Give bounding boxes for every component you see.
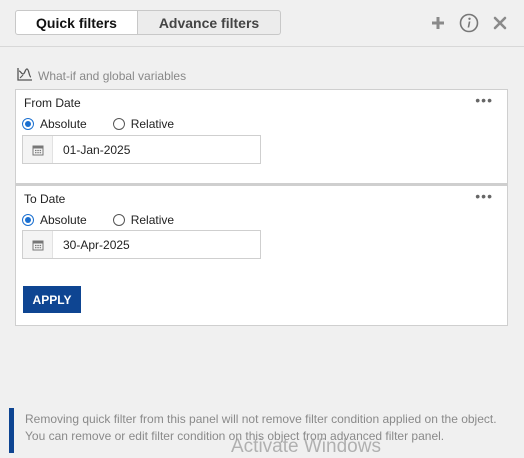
calendar-icon[interactable]: [23, 231, 53, 258]
note-line-1: Removing quick filter from this panel wi…: [25, 412, 497, 426]
radio-absolute[interactable]: Absolute: [22, 117, 87, 131]
close-icon[interactable]: [490, 13, 510, 33]
radio-label: Relative: [130, 117, 175, 131]
radio-unchecked-icon: [112, 214, 125, 226]
to-date-filter: To Date ••• Absolute Relative APPLY: [15, 184, 508, 326]
header-actions: [428, 13, 510, 33]
radio-label: Absolute: [40, 213, 87, 227]
whatif-label: What-if and global variables: [38, 68, 187, 83]
to-date-input[interactable]: [53, 231, 255, 258]
to-date-field: [22, 230, 261, 259]
apply-button[interactable]: APPLY: [23, 286, 81, 313]
from-date-field: [22, 135, 261, 164]
date-mode-radio-group: Absolute Relative: [22, 213, 200, 227]
info-note: Removing quick filter from this panel wi…: [9, 408, 519, 453]
info-icon[interactable]: [459, 13, 479, 33]
filter-title: From Date: [24, 96, 81, 110]
whatif-link[interactable]: What-if and global variables: [16, 66, 186, 85]
filter-tabs: Quick filters Advance filters: [15, 10, 281, 35]
from-date-filter: From Date ••• Absolute Relative: [15, 89, 508, 184]
radio-unchecked-icon: [112, 118, 125, 130]
radio-relative[interactable]: Relative: [112, 213, 175, 227]
more-options-icon[interactable]: •••: [475, 93, 493, 107]
variable-icon: [16, 66, 34, 85]
tab-quick-filters[interactable]: Quick filters: [15, 10, 138, 35]
note-line-2: You can remove or edit filter condition …: [25, 429, 445, 443]
radio-relative[interactable]: Relative: [112, 117, 175, 131]
calendar-icon[interactable]: [23, 136, 53, 163]
from-date-input[interactable]: [53, 136, 255, 163]
tab-advance-filters[interactable]: Advance filters: [138, 10, 281, 35]
filter-title: To Date: [24, 192, 66, 206]
radio-checked-icon: [22, 214, 34, 226]
radio-absolute[interactable]: Absolute: [22, 213, 87, 227]
header-divider: [0, 46, 524, 47]
date-mode-radio-group: Absolute Relative: [22, 117, 200, 131]
more-options-icon[interactable]: •••: [475, 189, 493, 203]
radio-label: Absolute: [40, 117, 87, 131]
radio-checked-icon: [22, 118, 34, 130]
radio-label: Relative: [130, 213, 175, 227]
plus-icon[interactable]: [428, 13, 448, 33]
